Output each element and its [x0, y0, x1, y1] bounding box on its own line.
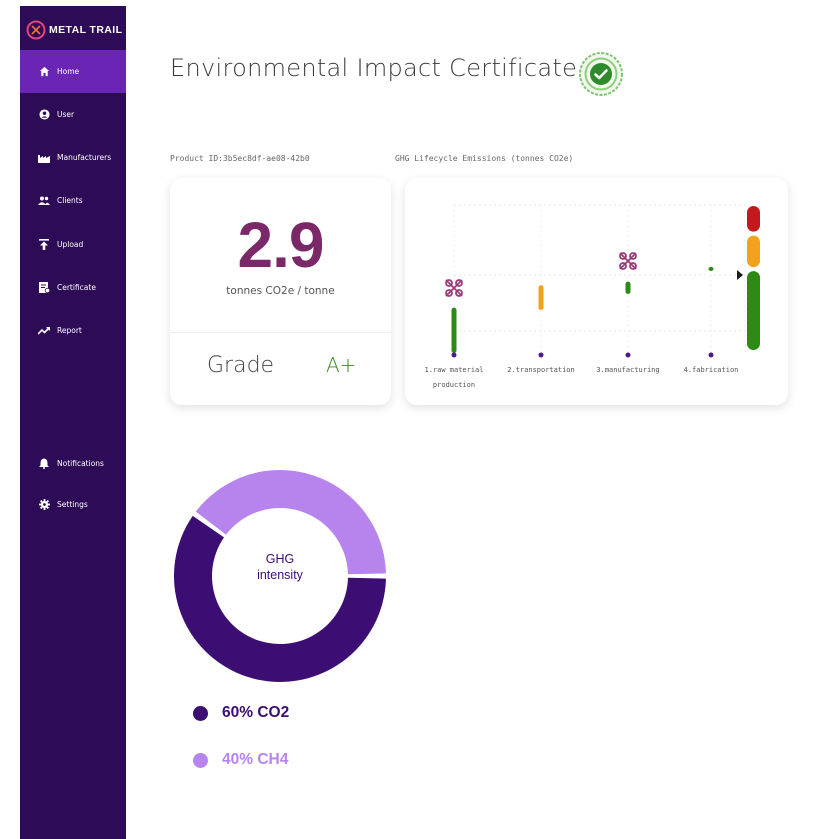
axis-point	[451, 352, 457, 358]
user-icon	[38, 109, 50, 121]
scale-pointer-icon	[737, 270, 743, 280]
x-tick-label: 1.raw material	[424, 366, 483, 374]
sidebar-item-label: Settings	[57, 500, 88, 509]
donut-center-label: GHG intensity	[230, 551, 330, 583]
legend-dot	[193, 705, 208, 721]
emission-score: 2.9	[237, 209, 325, 281]
lifecycle-chart: 1.raw material production 2.transportation…	[424, 204, 760, 389]
chart-title: GHG Lifecycle Emissions (tonnes CO2e)	[395, 154, 574, 163]
legend-label: 40% CH4	[222, 751, 289, 768]
bell-icon	[38, 458, 50, 470]
legend-item-co2: 60% CO2	[193, 704, 289, 722]
brand-name: METAL TRAIL	[49, 24, 123, 36]
sidebar-item-label: Manufacturers	[57, 153, 112, 162]
upload-icon	[38, 239, 50, 251]
x-tick-label: production	[433, 381, 475, 389]
x-tick-label: 4.fabrication	[684, 366, 739, 374]
trend-icon	[38, 325, 50, 337]
sidebar-item-settings[interactable]: Settings	[20, 483, 126, 526]
x-tick-label: 2.transportation	[507, 366, 574, 374]
sidebar-item-label: Notifications	[57, 459, 104, 468]
axis-point	[538, 352, 544, 358]
sidebar-item-label: User	[57, 110, 75, 119]
legend-item-ch4: 40% CH4	[193, 751, 288, 769]
molecule-icon	[445, 279, 463, 297]
brand-logo[interactable]: METAL TRAIL	[20, 18, 126, 42]
sidebar-item-notifications[interactable]: Notifications	[20, 442, 126, 485]
sidebar-item-clients[interactable]: Clients	[20, 179, 126, 222]
sidebar-item-home[interactable]: Home	[20, 50, 126, 93]
emission-bar[interactable]	[451, 307, 457, 353]
certificate-icon	[38, 282, 50, 294]
sidebar-item-label: Clients	[57, 196, 83, 205]
home-icon	[38, 66, 50, 78]
sidebar-item-label: Home	[57, 67, 80, 76]
score-card: 2.9 tonnes CO2e / tonne Grade A+	[170, 178, 391, 405]
axis-point	[625, 352, 631, 358]
group-icon	[38, 195, 50, 207]
sidebar-item-label: Report	[57, 326, 82, 335]
axis-point	[708, 352, 714, 358]
grade-scale-segment	[747, 235, 760, 268]
sidebar-item-upload[interactable]: Upload	[20, 223, 126, 266]
certified-check-icon	[579, 52, 623, 96]
gear-icon	[38, 499, 50, 511]
donut-center-line-1: GHG	[265, 552, 295, 566]
divider	[170, 332, 391, 333]
lifecycle-chart-card: 1.raw material production 2.transportation…	[405, 178, 788, 405]
legend-dot	[193, 752, 208, 768]
emission-bar[interactable]	[538, 285, 544, 310]
grade-scale-segment	[747, 271, 760, 350]
grade-scale-segment	[747, 206, 760, 232]
page-title: Environmental Impact Certificate	[170, 54, 578, 82]
sidebar-item-user[interactable]: User	[20, 93, 126, 136]
sidebar-item-report[interactable]: Report	[20, 309, 126, 352]
emission-bar[interactable]	[708, 266, 714, 271]
product-id: Product ID:3b5ec8df-ae08-42b0	[170, 154, 310, 163]
emission-bar[interactable]	[625, 281, 631, 294]
sidebar-item-manufacturers[interactable]: Manufacturers	[20, 136, 126, 179]
sidebar: METAL TRAIL Home User Manufacturers Clie…	[20, 6, 126, 839]
donut-center-line-2: intensity	[257, 568, 303, 582]
factory-icon	[38, 152, 50, 164]
sidebar-item-label: Upload	[57, 240, 84, 249]
x-tick-label: 3.manufacturing	[596, 366, 659, 374]
grade-value: A+	[326, 353, 357, 377]
legend-label: 60% CO2	[222, 704, 290, 721]
emission-unit: tonnes CO2e / tonne	[226, 285, 335, 297]
sidebar-item-label: Certificate	[57, 283, 96, 292]
metal-trail-logo-icon	[26, 20, 46, 40]
grade-label: Grade	[207, 353, 275, 378]
sidebar-item-certificate[interactable]: Certificate	[20, 266, 126, 309]
